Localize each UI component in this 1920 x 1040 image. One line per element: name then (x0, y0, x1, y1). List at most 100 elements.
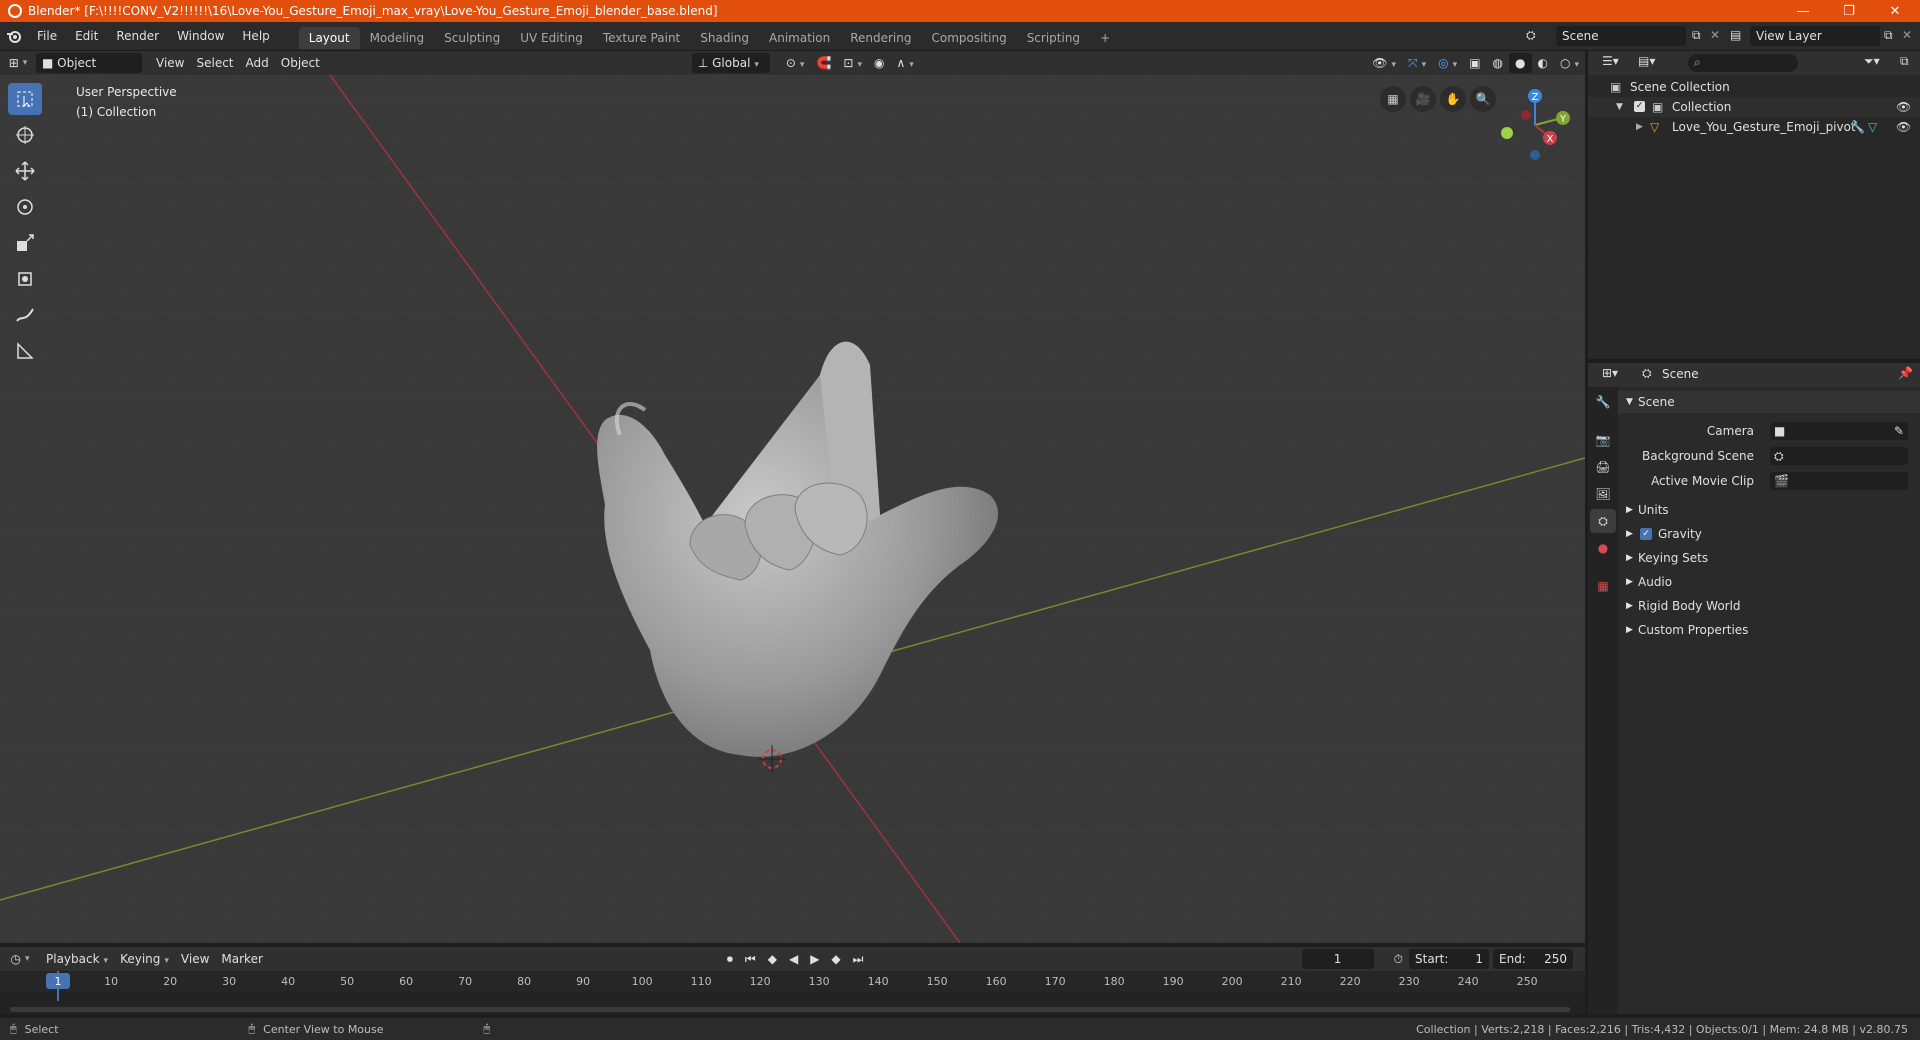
custom-properties-panel-header[interactable]: ▶ Custom Properties (1618, 619, 1920, 641)
outliner-editor-type-icon[interactable]: ☰▾ (1602, 54, 1619, 68)
preview-range-icon[interactable]: ⏱ (1388, 949, 1409, 969)
delete-view-layer-icon[interactable]: ✕ (1902, 28, 1912, 42)
eye-icon[interactable]: 👁 (1896, 117, 1911, 137)
timeline-editor-type-icon[interactable]: ◷ ▾ (0, 952, 40, 966)
xray-toggle-icon[interactable]: ▣ (1463, 53, 1486, 73)
mesh-data-icon[interactable]: ▽ (1868, 117, 1877, 137)
transform-tool[interactable] (8, 263, 42, 295)
tab-layout[interactable]: Layout (298, 26, 360, 49)
world-tab-icon[interactable]: ● (1590, 536, 1616, 560)
zoom-icon[interactable]: 🔍 (1470, 86, 1496, 112)
scene-selector-icon[interactable]: ⛭ (1526, 28, 1536, 43)
blender-menu-icon[interactable] (0, 22, 28, 50)
menu-help[interactable]: Help (233, 22, 278, 50)
new-view-layer-icon[interactable]: ⧉ (1884, 28, 1893, 43)
measure-tool[interactable] (8, 335, 42, 367)
background-scene-field[interactable]: ⛭ (1770, 447, 1908, 465)
transform-orientation-selector[interactable]: ⊥ Global ▾ (691, 53, 770, 73)
shading-rendered-icon[interactable]: ○ ▾ (1554, 53, 1585, 73)
pivot-point-icon[interactable]: ⊙ ▾ (780, 53, 811, 73)
view-layer-tab-icon[interactable]: 🖼 (1590, 482, 1616, 506)
falloff-icon[interactable]: ∧ ▾ (890, 53, 919, 73)
viewport-3d[interactable]: User Perspective (1) Collection Z Y X ▦ … (0, 75, 1585, 943)
collection-checkbox[interactable]: ✓ (1634, 101, 1645, 112)
properties-editor-type-icon[interactable]: ⊞▾ (1602, 366, 1618, 380)
camera-field[interactable]: ■ ✎ (1770, 422, 1908, 440)
timeline[interactable]: 10 20 30 40 50 60 70 80 90 100 110 120 130 140 150 160 1… (0, 971, 1585, 1014)
gravity-checkbox[interactable]: ✓ (1640, 528, 1652, 540)
menu-select[interactable]: Select (190, 53, 239, 73)
menu-playback[interactable]: Playback ▾ (40, 949, 114, 969)
new-collection-icon[interactable]: ⧉ (1900, 54, 1909, 69)
minimize-button[interactable]: — (1780, 0, 1826, 22)
display-mode-icon[interactable]: ▤▾ (1638, 54, 1655, 68)
menu-window[interactable]: Window (168, 22, 233, 50)
tab-shading[interactable]: Shading (690, 27, 759, 49)
end-frame-field[interactable]: End: 250 (1493, 949, 1573, 969)
play-icon[interactable]: ▶ (804, 949, 825, 969)
close-button[interactable]: ✕ (1872, 0, 1918, 22)
expand-arrow-icon[interactable]: ▼ (1616, 97, 1623, 117)
shading-material-icon[interactable]: ◐ (1532, 53, 1554, 73)
maximize-button[interactable]: ❐ (1826, 0, 1872, 22)
render-tab-icon[interactable]: 📷 (1590, 428, 1616, 452)
annotate-tool[interactable] (8, 299, 42, 331)
audio-panel-header[interactable]: ▶ Audio (1618, 571, 1920, 593)
navigation-gizmo[interactable]: Z Y X (1490, 85, 1580, 165)
jump-end-icon[interactable]: ⏭ (847, 949, 870, 969)
view-layer-icon[interactable]: ▤ (1730, 28, 1741, 42)
select-box-tool[interactable] (8, 83, 42, 115)
menu-timeline-view[interactable]: View (175, 949, 215, 969)
tab-texture-paint[interactable]: Texture Paint (593, 27, 690, 49)
current-frame-field[interactable]: 1 (1301, 949, 1374, 969)
pin-icon[interactable]: 📌 (1898, 366, 1913, 380)
scene-panel-header[interactable]: ▼ Scene (1618, 391, 1920, 413)
menu-view[interactable]: View (150, 53, 190, 73)
gravity-panel-header[interactable]: ▶ ✓ Gravity (1618, 523, 1920, 545)
menu-add[interactable]: Add (240, 53, 275, 73)
scene-tab-icon[interactable]: ⛭ (1590, 509, 1616, 533)
tab-animation[interactable]: Animation (759, 27, 840, 49)
mode-selector[interactable]: ■ Object Mode▾ (36, 53, 142, 90)
tab-uv-editing[interactable]: UV Editing (510, 27, 593, 49)
menu-marker[interactable]: Marker (215, 949, 268, 969)
next-keyframe-icon[interactable]: ◆ (825, 949, 846, 969)
add-workspace-button[interactable]: + (1090, 27, 1120, 49)
menu-edit[interactable]: Edit (66, 22, 107, 50)
snap-target-icon[interactable]: ⊡ ▾ (837, 53, 868, 73)
keying-sets-panel-header[interactable]: ▶ Keying Sets (1618, 547, 1920, 569)
cursor-tool[interactable] (8, 119, 42, 151)
units-panel-header[interactable]: ▶ Units (1618, 499, 1920, 521)
filter-icon[interactable]: ⏷▾ (1864, 54, 1880, 69)
outliner-row-scene-collection[interactable]: ▣ Scene Collection (1588, 77, 1920, 97)
texture-tab-icon[interactable]: ▦ (1590, 574, 1616, 598)
record-button-icon[interactable]: ⏺ (721, 949, 739, 969)
tab-modeling[interactable]: Modeling (360, 27, 435, 49)
new-scene-icon[interactable]: ⧉ (1692, 28, 1701, 43)
delete-scene-icon[interactable]: ✕ (1710, 28, 1720, 42)
menu-file[interactable]: File (28, 22, 66, 50)
visibility-icon[interactable]: 👁 ▾ (1366, 53, 1402, 73)
ortho-toggle-icon[interactable]: ▦ (1380, 86, 1406, 112)
outliner-search-input[interactable]: ⌕ (1688, 54, 1798, 72)
camera-view-icon[interactable]: 🎥 (1410, 86, 1436, 112)
timeline-scrollbar[interactable] (10, 1007, 1570, 1012)
editor-type-icon[interactable]: ⊞ ▾ (0, 56, 36, 70)
eye-icon[interactable]: 👁 (1896, 97, 1911, 117)
pan-hand-icon[interactable]: ✋ (1440, 86, 1466, 112)
tab-rendering[interactable]: Rendering (840, 27, 921, 49)
active-movie-clip-field[interactable]: 🎬 (1770, 472, 1908, 490)
view-layer-field[interactable]: View Layer (1750, 26, 1880, 46)
rigid-body-world-panel-header[interactable]: ▶ Rigid Body World (1618, 595, 1920, 617)
scale-tool[interactable] (8, 227, 42, 259)
tool-settings-tab-icon[interactable]: 🔧 (1590, 390, 1616, 414)
shading-solid-icon[interactable]: ● (1509, 53, 1532, 73)
expand-arrow-icon[interactable]: ▶ (1636, 117, 1643, 137)
play-reverse-icon[interactable]: ◀ (783, 949, 804, 969)
proportional-edit-icon[interactable]: ◉ (868, 53, 890, 73)
menu-object[interactable]: Object (275, 53, 326, 73)
outliner-row-collection[interactable]: ▼ ✓ ▣ Collection 👁 (1588, 97, 1920, 117)
tab-sculpting[interactable]: Sculpting (434, 27, 510, 49)
move-tool[interactable] (8, 155, 42, 187)
outliner-row-object[interactable]: ▶ ▽ Love_You_Gesture_Emoji_pivot 🔧 ▽ 👁 (1588, 117, 1920, 137)
